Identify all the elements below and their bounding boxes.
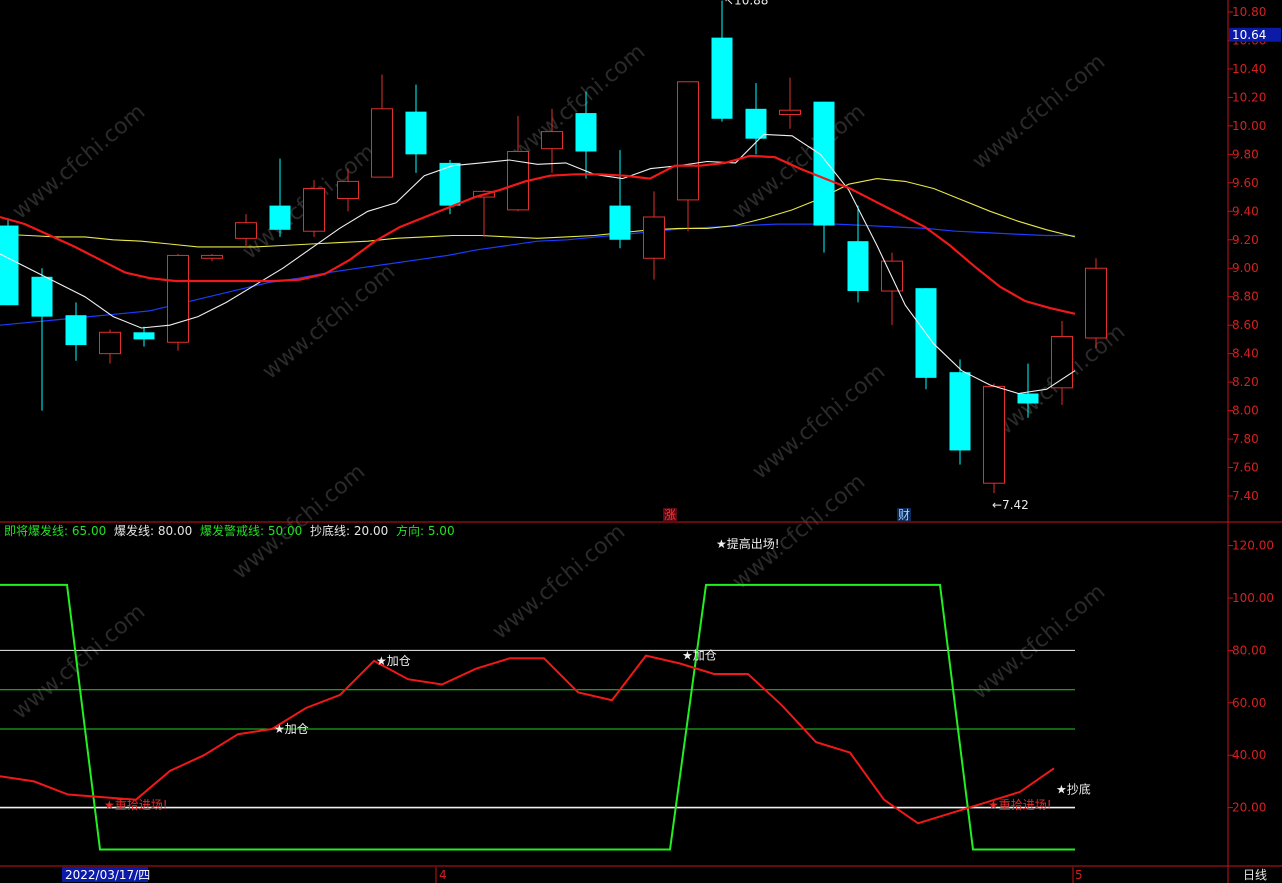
y-tick-label: 7.80 — [1232, 432, 1259, 446]
ma-line-yellow — [0, 178, 1076, 248]
legend-item: 方向: 5.00 — [396, 523, 455, 538]
ma-line-blue — [0, 223, 1075, 326]
signal-label: ★提高出场! — [716, 536, 780, 551]
y-tick-label: 10.00 — [1232, 119, 1266, 133]
y-tick-label: 10.20 — [1232, 90, 1266, 104]
main-price-chart: ↖10.88 ←7.42 涨 财 — [0, 0, 1107, 522]
legend-item: 爆发线: 80.00 — [114, 523, 192, 538]
signal-label: ★重拾进场! — [988, 797, 1052, 812]
candle-up — [303, 188, 325, 232]
chart-canvas: www.cfchi.comwww.cfchi.com www.cfchi.com w… — [0, 0, 1282, 883]
candle-up — [201, 254, 223, 259]
candle-up — [541, 131, 563, 150]
y-tick-label: 8.40 — [1232, 347, 1259, 361]
y-tick-label: 8.00 — [1232, 404, 1259, 418]
y-tick-label: 9.40 — [1232, 204, 1259, 218]
chart-frame — [0, 0, 1282, 883]
watermark-text: www.cfchi.com — [8, 99, 150, 224]
candle-up — [779, 109, 801, 115]
ma-line-red — [0, 154, 1076, 315]
candle-down — [31, 276, 53, 317]
x-tick-label: 4 — [439, 868, 447, 882]
y-tick-label: 8.80 — [1232, 290, 1259, 304]
candle-up — [337, 180, 359, 199]
candle-down — [609, 205, 631, 240]
candle-down — [575, 113, 597, 152]
candle-up — [99, 331, 121, 355]
y-tick-label: 120.00 — [1232, 539, 1274, 553]
candle-up — [235, 222, 257, 239]
y-tick-label: 10.80 — [1232, 5, 1266, 19]
candle-up — [371, 108, 393, 178]
indicator-chart: 即将爆发线: 65.00 爆发线: 80.00 爆发警戒线: 50.00 抄底线: 2… — [0, 523, 1267, 883]
y-tick-label: 8.60 — [1232, 318, 1259, 332]
watermark-text: www.cfchi.com — [258, 259, 400, 384]
candle-up — [1051, 336, 1073, 389]
watermark-text: www.cfchi.com — [728, 469, 870, 594]
candle-down — [65, 315, 87, 346]
y-tick-label: 8.20 — [1232, 375, 1259, 389]
price-box-label: 10.64 — [1232, 28, 1266, 42]
y-tick-label: 40.00 — [1232, 748, 1266, 762]
period-label: 日线 — [1243, 868, 1267, 882]
candle-down — [269, 205, 291, 230]
candle-down — [0, 225, 19, 306]
candle-down — [847, 241, 869, 292]
candle-down — [711, 37, 733, 119]
candle-down — [405, 111, 427, 155]
candle-up — [983, 385, 1005, 484]
y-tick-label: 9.80 — [1232, 147, 1259, 161]
signal-label: ★重拾进场! — [104, 797, 168, 812]
high-annotation: ↖10.88 — [724, 0, 768, 8]
signal-label: ★加仓 — [682, 649, 717, 663]
y-tick-label: 9.60 — [1232, 176, 1259, 190]
candle-up — [1085, 267, 1107, 339]
candle-up — [677, 81, 699, 201]
signal-label: ★加仓 — [376, 654, 411, 668]
x-date-label: 2022/03/17/四 — [65, 868, 150, 882]
candle-down — [949, 372, 971, 451]
y-axes: 10.8010.6010.4010.2010.009.809.609.409.2… — [1228, 5, 1281, 815]
legend-item: 爆发警戒线: 50.00 — [200, 523, 302, 538]
marker-label: 财 — [898, 508, 910, 522]
y-tick-label: 20.00 — [1232, 801, 1266, 815]
candle-up — [643, 216, 665, 259]
y-tick-label: 60.00 — [1232, 696, 1266, 710]
y-tick-label: 9.00 — [1232, 261, 1259, 275]
watermark-text: www.cfchi.com — [968, 49, 1110, 174]
signal-label: ★加仓 — [274, 722, 309, 736]
y-tick-label: 80.00 — [1232, 643, 1266, 657]
y-tick-label: 100.00 — [1232, 591, 1274, 605]
marker-label: 涨 — [664, 507, 676, 522]
watermark-text: www.cfchi.com — [748, 359, 890, 484]
low-annotation: ←7.42 — [992, 498, 1029, 512]
y-tick-label: 10.40 — [1232, 62, 1266, 76]
legend-item: 抄底线: 20.00 — [310, 523, 388, 538]
candle-up — [167, 254, 189, 343]
watermark-text: www.cfchi.com — [968, 579, 1110, 704]
candle-down — [1017, 393, 1039, 404]
candle-down — [813, 101, 835, 226]
legend-item: 即将爆发线: 65.00 — [4, 523, 106, 538]
watermark-text: www.cfchi.com — [488, 519, 630, 644]
watermark-text: www.cfchi.com — [8, 599, 150, 724]
x-tick-label: 5 — [1075, 868, 1083, 882]
y-tick-label: 7.40 — [1232, 489, 1259, 503]
y-tick-label: 7.60 — [1232, 461, 1259, 475]
candle-down — [133, 332, 155, 340]
ma-line-white — [0, 133, 1076, 395]
signal-label: ★抄底 — [1056, 781, 1091, 796]
y-tick-label: 9.20 — [1232, 233, 1259, 247]
